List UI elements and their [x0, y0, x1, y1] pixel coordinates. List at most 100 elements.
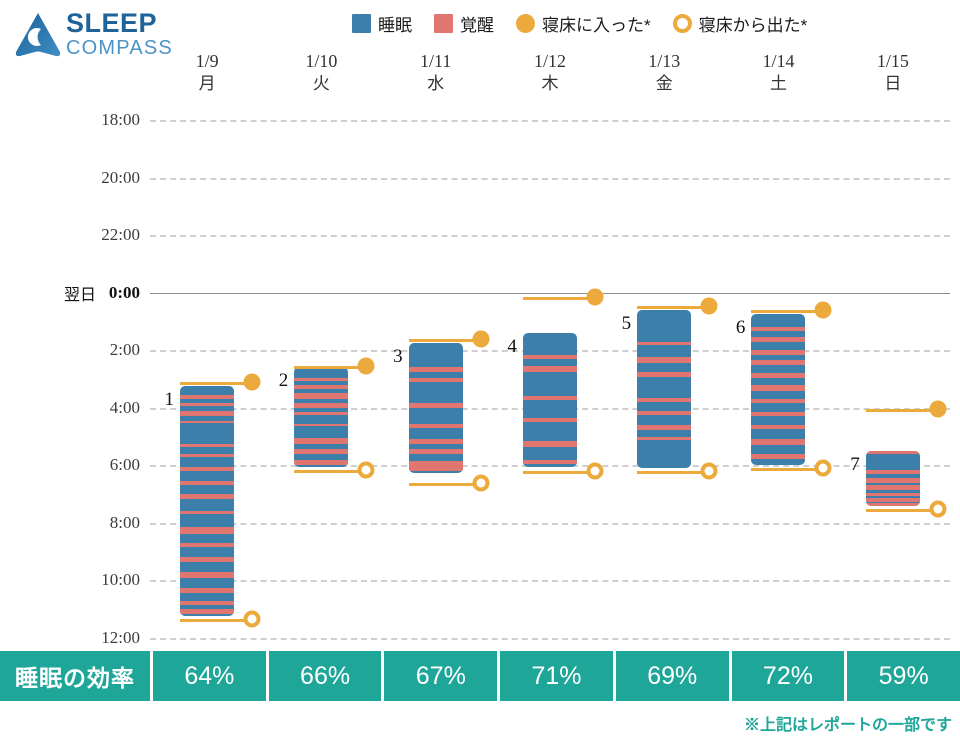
date-header-cell: 1/10 火	[264, 50, 378, 98]
bed-in-marker[interactable]	[357, 357, 375, 375]
awake-stripe	[294, 459, 349, 465]
awake-stripe	[180, 453, 234, 458]
bed-in-connector-line	[408, 338, 481, 342]
bed-in-marker[interactable]	[814, 301, 832, 319]
awake-stripe	[180, 600, 234, 605]
bar-index-label: 3	[393, 346, 403, 368]
bar-index-label: 4	[507, 335, 517, 357]
awake-stripe	[180, 394, 234, 399]
awake-stripe	[408, 377, 463, 383]
awake-stripe	[180, 466, 234, 472]
legend-item-label: 覚醒	[460, 15, 494, 35]
date-header-row: 1/9 月 1/10 火 1/11 水 1/12 木 1/13 金 1/14 土 1/15 日	[150, 50, 950, 98]
sleep-bar[interactable]	[294, 367, 349, 467]
bed-out-connector-line	[865, 508, 938, 512]
awake-stripe	[180, 543, 234, 548]
y-axis-tick-label: 20:00	[101, 167, 140, 187]
bar-index-label: 7	[850, 453, 860, 475]
awake-stripe	[637, 425, 692, 431]
y-axis-tick-label: 18:00	[101, 110, 140, 129]
bed-in-marker[interactable]	[472, 330, 490, 348]
awake-stripe	[865, 503, 920, 506]
awake-stripe	[637, 341, 692, 345]
sleep-bar[interactable]	[637, 309, 692, 469]
bar-index-label: 2	[278, 370, 289, 392]
bed-in-marker[interactable]	[929, 400, 947, 418]
awake-stripe	[637, 436, 692, 440]
day-column: 7	[836, 100, 950, 645]
y-axis-tick-label: 10:00	[101, 570, 140, 590]
awake-stripe	[751, 412, 806, 417]
day-column: 1	[150, 100, 264, 645]
awake-stripe	[180, 511, 234, 515]
bed-out-connector-line	[751, 468, 824, 472]
sleep-bar[interactable]	[408, 343, 463, 473]
awake-stripe	[751, 384, 806, 391]
awake-stripe	[180, 443, 234, 448]
bed-in-connector-line	[865, 409, 938, 413]
bed-in-connector-line	[180, 381, 252, 385]
date-header-cell: 1/13 金	[607, 50, 721, 98]
legend-item-label: 寝床から出た*	[698, 15, 808, 35]
date-label: 1/15	[876, 51, 909, 71]
day-of-week-label: 月	[198, 73, 216, 93]
legend-item-label: 寝床に入った*	[542, 15, 651, 35]
efficiency-row-label: 睡眠の効率	[0, 651, 150, 701]
sleep-bar[interactable]	[865, 450, 920, 506]
efficiency-value-cell: 69%	[615, 651, 729, 701]
sleep-report-page: SLEEP COMPASS 睡眠 覚醒 寝床に入った* 寝床から出た* 1/9 月 1/1…	[0, 0, 960, 745]
bed-out-marker[interactable]	[814, 459, 832, 477]
awake-stripe	[751, 439, 806, 445]
awake-stripe	[637, 410, 692, 415]
awake-stripe	[294, 449, 349, 455]
awake-stripe	[865, 450, 920, 455]
date-label: 1/13	[648, 51, 681, 71]
bed-out-marker[interactable]	[586, 462, 604, 480]
y-axis-tick-label: 6:00	[109, 455, 140, 475]
bed-in-marker[interactable]	[700, 297, 718, 315]
bed-out-dot-icon	[672, 13, 692, 33]
bed-in-marker[interactable]	[586, 288, 604, 306]
awake-swatch-icon	[434, 13, 453, 33]
sleep-swatch-icon	[352, 13, 371, 33]
awake-stripe	[865, 498, 920, 503]
awake-stripe	[751, 350, 806, 355]
bed-in-marker[interactable]	[243, 373, 261, 391]
sleep-bar[interactable]	[751, 314, 806, 466]
efficiency-value-cell: 67%	[384, 651, 498, 701]
day-column: 4	[493, 100, 607, 645]
date-header-cell: 1/15 日	[836, 50, 950, 98]
bed-in-connector-line	[294, 366, 367, 370]
bed-out-connector-line	[522, 471, 595, 475]
chart-legend: 睡眠 覚醒 寝床に入った* 寝床から出た*	[352, 10, 807, 36]
bar-index-label: 1	[164, 389, 175, 411]
awake-stripe	[522, 440, 577, 447]
date-header-cell: 1/14 土	[721, 50, 835, 98]
awake-stripe	[294, 412, 349, 415]
bed-out-marker[interactable]	[243, 610, 261, 628]
date-label: 1/9	[195, 51, 219, 71]
awake-stripe	[751, 337, 806, 343]
awake-stripe	[180, 420, 234, 423]
awake-stripe	[522, 354, 577, 359]
legend-item: 覚醒	[434, 11, 494, 36]
bed-out-marker[interactable]	[472, 474, 490, 492]
bed-in-connector-line	[751, 309, 824, 313]
awake-stripe	[522, 417, 577, 422]
legend-item: 睡眠	[352, 11, 412, 36]
sleep-timeline-chart: 18:00 20:00 22:00 0:00 翌日 2:00 4:00 6:00 8:00 10:…	[0, 100, 960, 647]
y-axis-tick-label: 2:00	[109, 340, 140, 360]
awake-stripe	[637, 397, 692, 402]
bed-out-marker[interactable]	[357, 461, 375, 479]
y-axis-labels: 18:00 20:00 22:00 0:00 翌日 2:00 4:00 6:00 8:00 10:…	[0, 100, 150, 647]
efficiency-value-cell: 71%	[500, 651, 613, 701]
awake-stripe	[751, 360, 806, 365]
bed-in-dot-icon	[516, 13, 535, 33]
bed-out-marker[interactable]	[700, 462, 718, 480]
bed-out-marker[interactable]	[929, 500, 947, 517]
awake-stripe	[294, 423, 349, 427]
awake-stripe	[408, 423, 463, 428]
date-header-cell: 1/11 水	[379, 50, 493, 98]
sleep-bar[interactable]	[180, 386, 234, 617]
sleep-bar[interactable]	[522, 332, 577, 467]
